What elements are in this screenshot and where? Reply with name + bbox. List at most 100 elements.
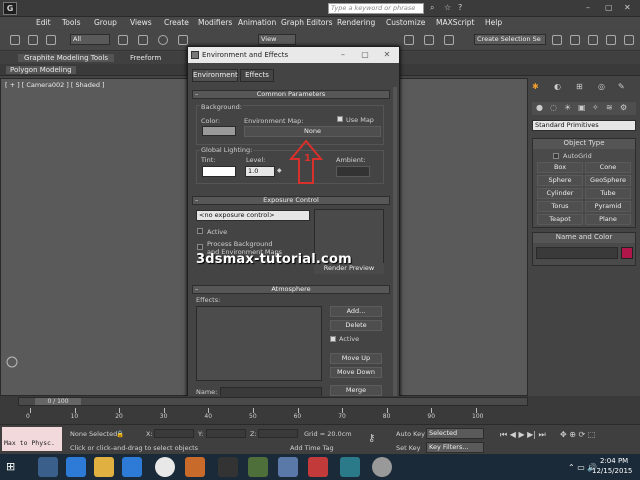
primitive-type-select[interactable]: Standard Primitives bbox=[532, 120, 636, 131]
torus-button[interactable]: Torus bbox=[537, 201, 583, 212]
key-filters-button[interactable]: Key Filters... bbox=[426, 442, 484, 453]
cone-button[interactable]: Cone bbox=[585, 162, 631, 173]
z-coordinate-field[interactable] bbox=[258, 429, 298, 438]
spacewarps-icon[interactable]: ≋ bbox=[606, 103, 613, 112]
dialog-minimize-icon[interactable]: – bbox=[332, 47, 354, 63]
hierarchy-tab-icon[interactable]: ⊞ bbox=[576, 82, 583, 91]
curve-editor-icon[interactable] bbox=[552, 35, 562, 45]
create-tab-icon[interactable]: ✱ bbox=[532, 82, 539, 91]
atmosphere-active-checkbox[interactable] bbox=[330, 336, 336, 342]
exposure-control-select[interactable]: <no exposure control> bbox=[196, 210, 310, 221]
ambient-color-swatch[interactable] bbox=[336, 166, 370, 177]
3dsmax-taskbar-icon[interactable] bbox=[340, 457, 360, 477]
helpers-icon[interactable]: ✧ bbox=[592, 103, 599, 112]
cameras-icon[interactable]: ▣ bbox=[578, 103, 586, 112]
menu-animation[interactable]: Animation bbox=[238, 18, 276, 27]
menu-edit[interactable]: Edit bbox=[36, 18, 51, 27]
app-icon-red[interactable] bbox=[308, 457, 328, 477]
tint-color-swatch[interactable] bbox=[202, 166, 236, 177]
menu-rendering[interactable]: Rendering bbox=[337, 18, 375, 27]
minimize-icon[interactable]: – bbox=[586, 3, 590, 12]
exposure-active-checkbox[interactable] bbox=[197, 228, 203, 234]
box-button[interactable]: Box bbox=[537, 162, 583, 173]
sphere-button[interactable]: Sphere bbox=[537, 175, 583, 186]
menu-maxscript[interactable]: MAXScript bbox=[436, 18, 475, 27]
level-spinner[interactable]: 1.0 bbox=[245, 166, 275, 177]
maximize-icon[interactable]: ▢ bbox=[605, 3, 613, 12]
exposure-control-header[interactable]: – Exposure Control bbox=[192, 196, 390, 205]
motion-tab-icon[interactable]: ◎ bbox=[598, 82, 605, 91]
app-icon-grey[interactable] bbox=[372, 457, 392, 477]
modify-tab-icon[interactable]: ◐ bbox=[554, 82, 561, 91]
object-type-header[interactable]: Object Type bbox=[533, 139, 635, 149]
dialog-maximize-icon[interactable]: ▢ bbox=[354, 47, 376, 63]
select-region-icon[interactable] bbox=[158, 35, 168, 45]
menu-modifiers[interactable]: Modifiers bbox=[198, 18, 232, 27]
link-icon[interactable] bbox=[46, 35, 56, 45]
merge-button[interactable]: Merge bbox=[330, 385, 382, 396]
windows-start-icon[interactable]: ⊞ bbox=[6, 460, 15, 473]
geometry-icon[interactable]: ● bbox=[536, 103, 543, 112]
process-background-checkbox[interactable] bbox=[197, 244, 203, 250]
menu-group[interactable]: Group bbox=[94, 18, 117, 27]
undo-icon[interactable] bbox=[10, 35, 20, 45]
chrome-icon[interactable] bbox=[155, 457, 175, 477]
menu-views[interactable]: Views bbox=[130, 18, 152, 27]
shapes-icon[interactable]: ◌ bbox=[550, 103, 557, 112]
window-crossing-icon[interactable] bbox=[178, 35, 188, 45]
tab-freeform[interactable]: Freeform bbox=[130, 54, 161, 62]
set-key-button[interactable]: Set Key bbox=[396, 444, 421, 452]
tab-environment[interactable]: Environment bbox=[192, 69, 238, 82]
menu-graph-editors[interactable]: Graph Editors bbox=[281, 18, 333, 27]
delete-effect-button[interactable]: Delete bbox=[330, 320, 382, 331]
cylinder-button[interactable]: Cylinder bbox=[537, 188, 583, 199]
redo-icon[interactable] bbox=[28, 35, 38, 45]
close-icon[interactable]: ✕ bbox=[624, 3, 631, 12]
systems-icon[interactable]: ⚙ bbox=[620, 103, 627, 112]
auto-key-button[interactable]: Auto Key bbox=[396, 430, 425, 438]
add-time-tag-button[interactable]: Add Time Tag bbox=[290, 444, 334, 452]
atmosphere-header[interactable]: – Atmosphere bbox=[192, 285, 390, 294]
terminal-icon[interactable] bbox=[218, 457, 238, 477]
menu-tools[interactable]: Tools bbox=[62, 18, 80, 27]
geosphere-button[interactable]: GeoSphere bbox=[585, 175, 631, 186]
mirror-icon[interactable] bbox=[404, 35, 414, 45]
move-down-button[interactable]: Move Down bbox=[330, 367, 382, 378]
named-selection-set-select[interactable]: Create Selection Se bbox=[474, 34, 546, 45]
use-map-checkbox[interactable] bbox=[337, 116, 343, 122]
key-mode-select[interactable]: Selected bbox=[426, 428, 484, 439]
plane-button[interactable]: Plane bbox=[585, 214, 631, 225]
spinner-arrows-icon[interactable]: ◆ bbox=[277, 167, 282, 174]
search-input[interactable]: Type a keyword or phrase bbox=[328, 3, 424, 14]
time-slider-handle[interactable]: 0 / 100 bbox=[35, 398, 81, 405]
render-teapot-icon[interactable] bbox=[624, 35, 634, 45]
polygon-modeling-button[interactable]: Polygon Modeling bbox=[6, 66, 76, 74]
select-object-icon[interactable] bbox=[118, 35, 128, 45]
dialog-close-icon[interactable]: ✕ bbox=[376, 47, 398, 63]
tube-button[interactable]: Tube bbox=[585, 188, 631, 199]
menu-create[interactable]: Create bbox=[164, 18, 189, 27]
utilities-tab-icon[interactable]: ✎ bbox=[618, 82, 625, 91]
menu-customize[interactable]: Customize bbox=[386, 18, 425, 27]
menu-help[interactable]: Help bbox=[485, 18, 502, 27]
viewport-navigation-controls[interactable]: ✥ ⊕ ⟳ ⬚ bbox=[560, 430, 595, 439]
effects-list[interactable] bbox=[196, 306, 322, 381]
name-color-header[interactable]: Name and Color bbox=[533, 233, 635, 243]
render-setup-icon[interactable] bbox=[588, 35, 598, 45]
viewport-label[interactable]: [ + ] [ Camera002 ] [ Shaded ] bbox=[5, 81, 105, 89]
tab-effects[interactable]: Effects bbox=[240, 69, 274, 82]
binoculars-icon[interactable]: ⌕ bbox=[430, 3, 434, 13]
rendered-frame-icon[interactable] bbox=[606, 35, 616, 45]
teapot-button[interactable]: Teapot bbox=[537, 214, 583, 225]
move-up-button[interactable]: Move Up bbox=[330, 353, 382, 364]
time-slider-track[interactable]: 0 / 100 bbox=[18, 397, 528, 406]
object-color-swatch[interactable] bbox=[621, 247, 633, 259]
align-icon[interactable] bbox=[424, 35, 434, 45]
common-parameters-header[interactable]: – Common Parameters bbox=[192, 90, 390, 99]
material-editor-icon[interactable] bbox=[570, 35, 580, 45]
star-icon[interactable]: ☆ bbox=[444, 3, 451, 12]
app-logo[interactable]: G bbox=[3, 2, 17, 15]
dialog-scrollbar[interactable] bbox=[393, 87, 397, 399]
ie-icon[interactable] bbox=[66, 457, 86, 477]
autogrid-checkbox[interactable] bbox=[553, 153, 559, 159]
